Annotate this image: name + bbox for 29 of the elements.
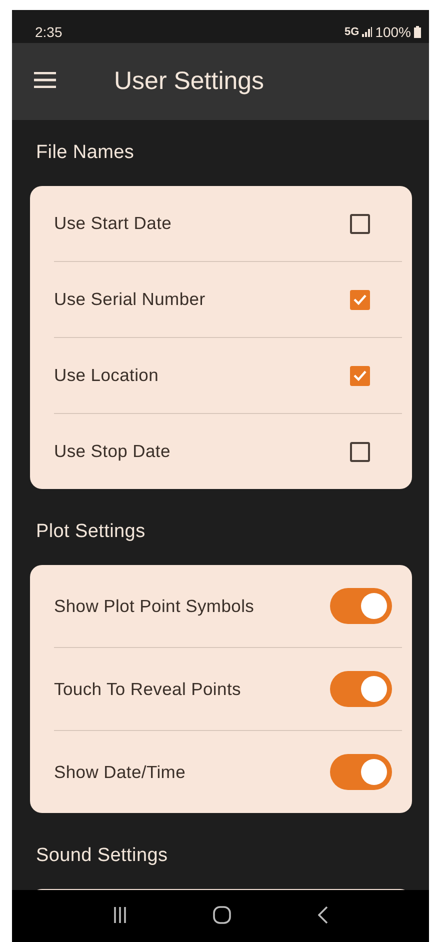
toggle-switch[interactable] — [330, 754, 392, 790]
section-header: File Names — [35, 141, 136, 165]
checkbox[interactable] — [350, 366, 370, 386]
battery-icon — [414, 26, 421, 38]
setting-label: Use Start Date — [54, 213, 173, 234]
setting-label: Use Stop Date — [54, 441, 172, 462]
checkmark-icon — [353, 294, 367, 305]
recent-apps-button[interactable] — [113, 906, 128, 926]
checkbox[interactable] — [350, 214, 370, 234]
setting-label: Touch To Reveal Points — [54, 678, 242, 700]
toggle-switch[interactable] — [330, 671, 392, 707]
section-header: Sound Settings — [35, 844, 169, 868]
back-button[interactable] — [318, 906, 328, 926]
setting-label: Use Location — [54, 365, 160, 386]
checkbox[interactable] — [350, 290, 370, 310]
setting-label: Show Plot Point Symbols — [54, 596, 256, 616]
menu-button[interactable] — [34, 72, 56, 91]
section-header: Plot Settings — [35, 520, 146, 544]
checkbox[interactable] — [350, 442, 370, 462]
setting-label: Show Date/Time — [54, 762, 187, 782]
battery-percent: 100% — [375, 24, 411, 40]
home-button[interactable] — [213, 906, 232, 926]
setting-label: Use Serial Number — [54, 289, 206, 310]
network-type: 5G — [344, 26, 360, 38]
screen-title: User Settings — [114, 67, 264, 96]
toggle-switch[interactable] — [330, 588, 392, 624]
signal-icon — [362, 27, 372, 37]
checkmark-icon — [353, 370, 367, 381]
status-time: 2:35 — [35, 24, 62, 40]
